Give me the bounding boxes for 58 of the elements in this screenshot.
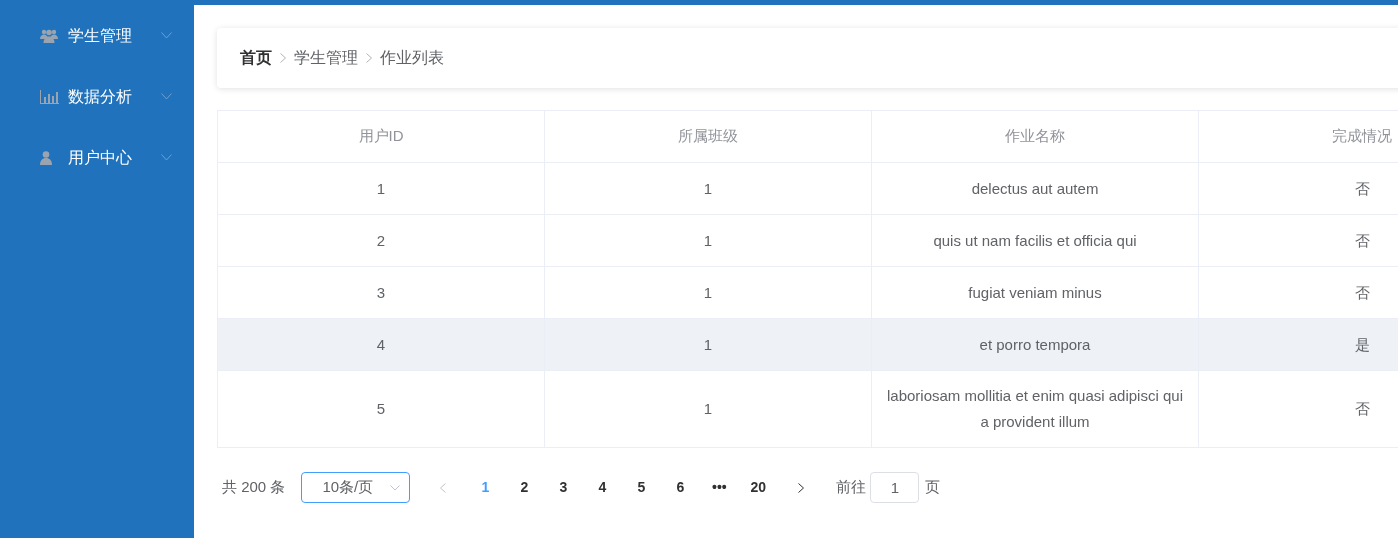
page-button[interactable]: 3	[548, 473, 579, 502]
chevron-right-icon	[280, 53, 286, 63]
bar-chart-icon	[40, 89, 59, 104]
column-header: 完成情况	[1199, 111, 1398, 162]
page-size-select[interactable]: 10条/页	[301, 472, 411, 503]
sidebar-menu-item[interactable]: 学生管理	[0, 11, 194, 60]
table-cell-text: 5	[376, 399, 386, 419]
page-suffix: 页	[925, 477, 941, 498]
table-row[interactable]: 1 1 delectus aut autem 否	[218, 163, 1398, 215]
page-button[interactable]: 2	[509, 473, 540, 502]
page-button[interactable]: 20	[743, 473, 774, 502]
page-button[interactable]: •••	[704, 473, 735, 502]
page-button[interactable]: 5	[626, 473, 657, 502]
chevron-down-icon	[390, 484, 401, 491]
caret-icon	[161, 154, 172, 161]
table-cell-text: 否	[1354, 282, 1370, 303]
page-button[interactable]: 6	[665, 473, 696, 502]
caret-icon	[161, 32, 172, 39]
table-cell-text: et porro tempora	[979, 334, 1091, 355]
table-cell-text: 1	[703, 399, 713, 419]
caret-icon	[161, 93, 172, 100]
users-icon	[40, 28, 58, 43]
table-cell-text: 2	[376, 230, 386, 251]
breadcrumb-link[interactable]: 首页	[240, 46, 272, 70]
table-cell-text: 4	[376, 334, 386, 355]
sidebar-menu-item[interactable]: 用户中心	[0, 133, 194, 182]
table-row[interactable]: 3 1 fugiat veniam minus 否	[218, 267, 1398, 319]
breadcrumb-link[interactable]: 作业列表	[380, 46, 444, 70]
column-header: 用户ID	[218, 111, 545, 162]
table-cell-text: 否	[1354, 230, 1370, 251]
table-row[interactable]: 2 1 quis ut nam facilis et officia qui 否	[218, 215, 1398, 267]
table-cell-text: 否	[1354, 399, 1370, 419]
table-row[interactable]: 4 1 et porro tempora 是	[218, 319, 1398, 371]
table-cell-text: 是	[1354, 334, 1370, 355]
table-cell-text: fugiat veniam minus	[968, 282, 1102, 303]
column-header: 作业名称	[872, 111, 1199, 162]
table-cell-text: laboriosam mollitia et enim quasi adipisci qui a provident illum	[886, 386, 1184, 432]
table-cell-text: 1	[376, 178, 386, 199]
breadcrumb-link[interactable]: 学生管理	[294, 46, 358, 70]
table-cell-text: 1	[703, 178, 713, 199]
table-cell-text: 1	[703, 334, 713, 355]
goto-label: 前往	[836, 477, 867, 498]
chevron-right-icon	[798, 482, 805, 493]
total-count: 共 200 条	[222, 477, 286, 498]
column-header: 所属班级	[545, 111, 872, 162]
user-icon	[40, 150, 52, 165]
table-cell-text: 1	[703, 282, 713, 303]
page-button[interactable]: 4	[587, 473, 618, 502]
table-cell-text: delectus aut autem	[971, 178, 1099, 199]
table-cell-text: quis ut nam facilis et officia qui	[933, 230, 1137, 251]
table-cell-text: 1	[703, 230, 713, 251]
chevron-right-icon	[366, 53, 372, 63]
chevron-left-icon	[440, 482, 447, 493]
table-cell-text: 否	[1354, 178, 1370, 199]
sidebar-menu-item[interactable]: 数据分析	[0, 72, 194, 121]
table-cell-text: 3	[376, 282, 386, 303]
page-number-field[interactable]: 1	[870, 472, 920, 503]
table-row[interactable]: 5 1 laboriosam mollitia et enim quasi adipisci qui a provident illum 否	[218, 371, 1398, 448]
